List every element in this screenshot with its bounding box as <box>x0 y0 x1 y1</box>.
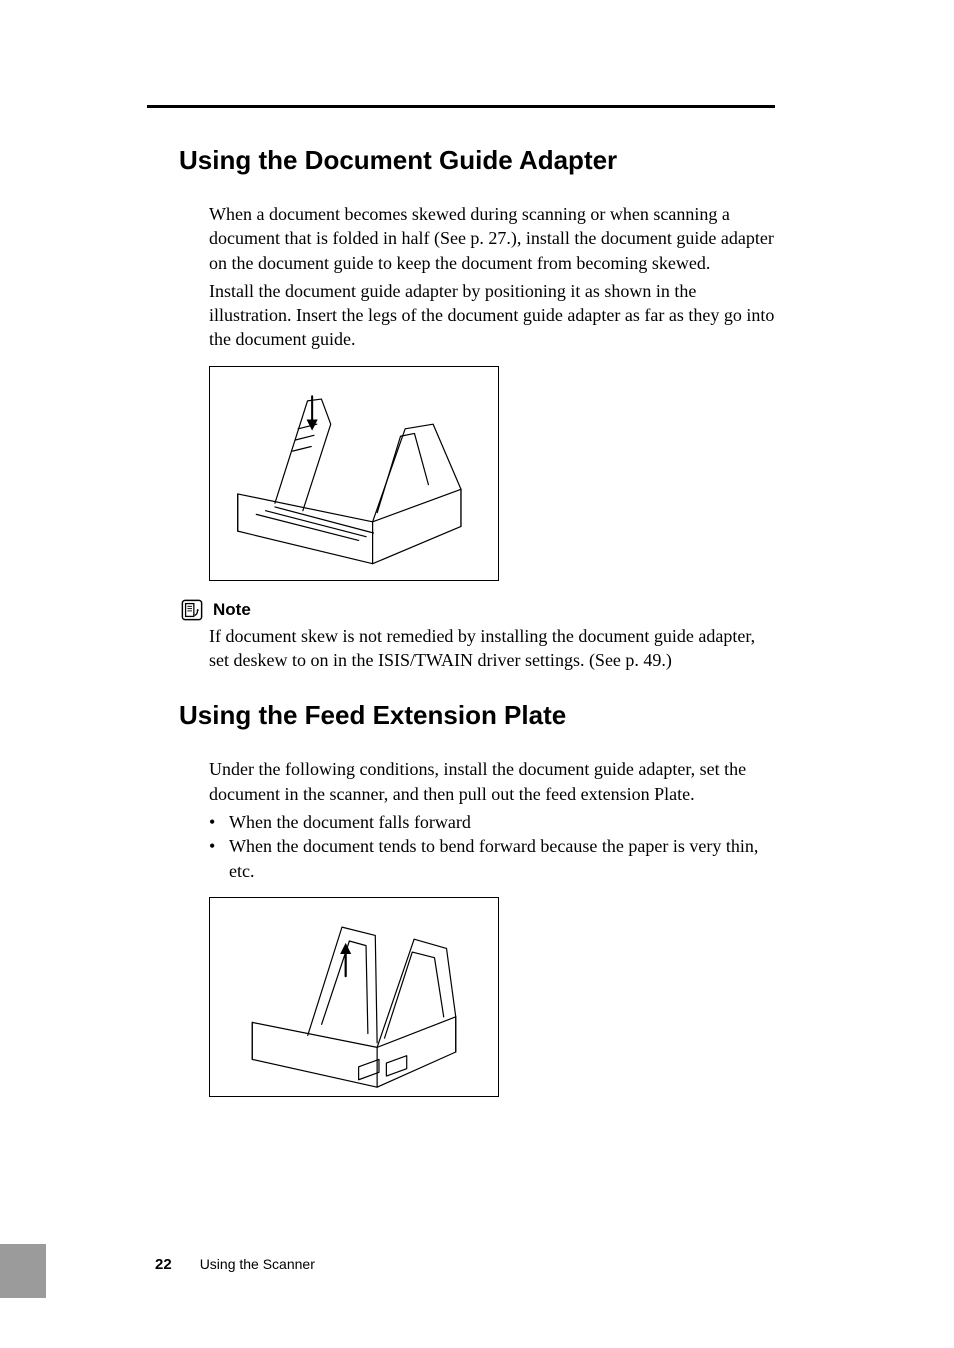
scanner-feed-extension-illustration <box>219 904 489 1089</box>
manual-page: Using the Document Guide Adapter When a … <box>0 0 954 1348</box>
bullet-item: • When the document falls forward <box>209 810 779 834</box>
bullet-marker: • <box>209 810 219 834</box>
bullet-text-2: When the document tends to bend forward … <box>229 834 779 883</box>
bullet-text-1: When the document falls forward <box>229 810 471 834</box>
note-label: Note <box>213 599 251 622</box>
note-header: Note <box>181 599 779 622</box>
section1-heading: Using the Document Guide Adapter <box>179 145 779 176</box>
page-number: 22 <box>155 1256 172 1273</box>
figure-document-guide-adapter <box>209 366 499 581</box>
content-column: Using the Document Guide Adapter When a … <box>179 145 779 1115</box>
section2-heading: Using the Feed Extension Plate <box>179 700 779 731</box>
section1-para2: Install the document guide adapter by po… <box>209 279 779 352</box>
footer-tab <box>0 1244 46 1298</box>
bullet-item: • When the document tends to bend forwar… <box>209 834 779 883</box>
section2-body: Under the following conditions, install … <box>209 757 779 1096</box>
section1-para1: When a document becomes skewed during sc… <box>209 202 779 275</box>
top-rule <box>147 105 775 108</box>
bullet-marker: • <box>209 834 219 883</box>
section2-intro: Under the following conditions, install … <box>209 757 779 806</box>
note-icon <box>181 599 203 621</box>
footer-section-title: Using the Scanner <box>200 1256 315 1272</box>
scanner-guide-adapter-illustration <box>219 373 489 573</box>
note-body: If document skew is not remedied by inst… <box>209 624 779 673</box>
figure-feed-extension-plate <box>209 897 499 1097</box>
section1-body: When a document becomes skewed during sc… <box>209 202 779 672</box>
footer-text: 22 Using the Scanner <box>155 1256 315 1273</box>
